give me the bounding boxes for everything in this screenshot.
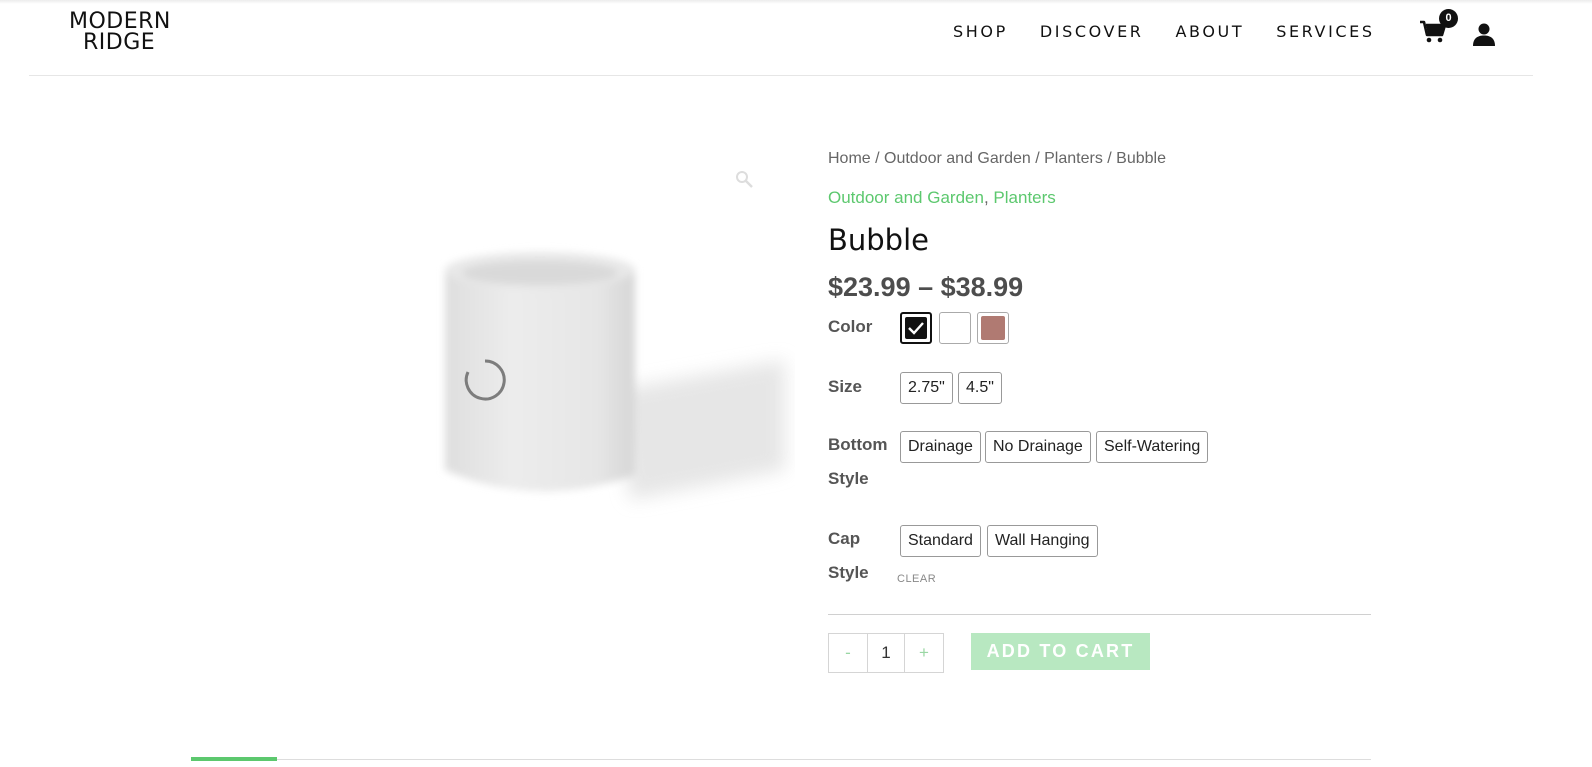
category-separator: , xyxy=(983,188,989,207)
quantity-input[interactable]: 1 xyxy=(867,634,905,672)
breadcrumb[interactable]: Home / Outdoor and Garden / Planters / B… xyxy=(828,150,1166,168)
category-link-planters[interactable]: Planters xyxy=(993,188,1055,207)
zoom-icon[interactable] xyxy=(735,170,755,190)
product-title: Bubble xyxy=(828,223,929,257)
tabs-divider xyxy=(191,759,1371,760)
bottom-option-drainage[interactable]: Drainage xyxy=(900,431,981,463)
cap-option-wall-hanging[interactable]: Wall Hanging xyxy=(987,525,1098,557)
site-logo[interactable]: MODERN RIDGE xyxy=(69,9,171,55)
cap-style-label-2: Style xyxy=(828,563,869,582)
nav-services[interactable]: SERVICES xyxy=(1276,22,1374,41)
bottom-style-label-1: Bottom xyxy=(828,435,888,454)
user-icon[interactable] xyxy=(1472,22,1496,46)
logo-line-2: RIDGE xyxy=(83,30,156,55)
loading-spinner-icon xyxy=(464,359,506,401)
color-swatch-white[interactable] xyxy=(939,312,971,344)
add-to-cart-button[interactable]: ADD TO CART xyxy=(971,633,1150,670)
color-swatch-black[interactable] xyxy=(900,312,932,344)
category-link-outdoor[interactable]: Outdoor and Garden xyxy=(828,188,984,207)
summary-divider xyxy=(828,614,1371,615)
cap-style-label-1: Cap xyxy=(828,529,861,548)
swatch-fill xyxy=(981,316,1005,340)
quantity-minus-button[interactable]: - xyxy=(829,634,867,672)
color-swatch-terracotta[interactable] xyxy=(977,312,1009,344)
bottom-style-label-2: Style xyxy=(828,469,869,488)
quantity-stepper: - 1 + xyxy=(828,633,944,673)
nav-about[interactable]: ABOUT xyxy=(1176,22,1245,41)
bottom-option-no-drainage[interactable]: No Drainage xyxy=(985,431,1091,463)
header-divider xyxy=(29,75,1533,76)
clear-selection-link[interactable]: CLEAR xyxy=(897,573,936,585)
bottom-option-self-watering[interactable]: Self-Watering xyxy=(1096,431,1209,463)
main-nav: SHOP DISCOVER ABOUT SERVICES xyxy=(953,22,1407,41)
cap-option-standard[interactable]: Standard xyxy=(900,525,981,557)
nav-shop[interactable]: SHOP xyxy=(953,22,1008,41)
logo-line-1: MODERN xyxy=(69,9,171,34)
size-option-2-75[interactable]: 2.75" xyxy=(900,372,953,404)
quantity-plus-button[interactable]: + xyxy=(905,634,943,672)
top-shadow xyxy=(0,0,1592,4)
color-label: Color xyxy=(828,317,873,336)
nav-discover[interactable]: DISCOVER xyxy=(1040,22,1144,41)
active-tab-indicator[interactable] xyxy=(191,757,277,761)
check-icon xyxy=(908,322,924,335)
product-categories: Outdoor and Garden, Planters xyxy=(828,188,1056,208)
size-option-4-5[interactable]: 4.5" xyxy=(958,372,1002,404)
cart-count-badge: 0 xyxy=(1439,9,1458,28)
swatch-fill xyxy=(943,316,967,340)
size-label: Size xyxy=(828,377,863,396)
product-price: $23.99 – $38.99 xyxy=(828,272,1024,302)
